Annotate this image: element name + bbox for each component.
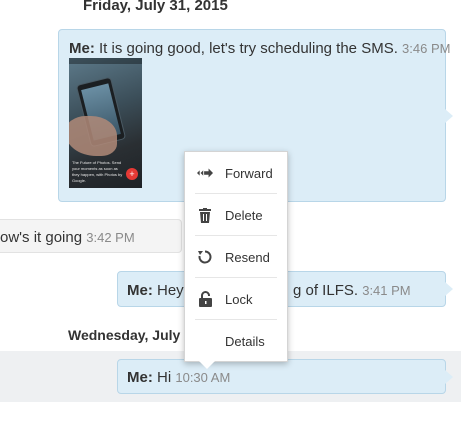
date-header: Wednesday, July <box>68 327 181 343</box>
message-timestamp: 3:46 PM <box>402 41 451 56</box>
message-body: It is going good, let's try scheduling t… <box>94 40 398 57</box>
menu-item-delete[interactable]: Delete <box>185 194 287 236</box>
message-context-menu: Forward Delete Resend Lock Details <box>184 151 288 369</box>
menu-item-label: Lock <box>225 291 253 307</box>
menu-item-resend[interactable]: Resend <box>185 236 287 278</box>
lock-icon <box>197 291 213 307</box>
message-text-tail: g of ILFS. 3:41 PM <box>293 282 411 299</box>
menu-item-details[interactable]: Details <box>185 320 287 362</box>
trash-icon <box>197 207 213 223</box>
menu-item-label: Delete <box>225 207 263 223</box>
message-body: Hey <box>152 282 184 299</box>
menu-item-label: Details <box>225 333 265 349</box>
message-text: Me: It is going good, let's try scheduli… <box>69 40 450 57</box>
menu-pointer <box>199 361 215 369</box>
photo-action-button: + <box>126 168 138 180</box>
resend-icon <box>197 249 213 265</box>
photo-caption: The Future of Photos. Send your moments … <box>72 160 123 183</box>
message-text: ow's it going 3:42 PM <box>0 229 135 246</box>
message-body-tail: g of ILFS. <box>293 282 359 299</box>
photo-attachment[interactable]: The Future of Photos. Send your moments … <box>69 58 142 188</box>
message-text: Me: Hi 10:30 AM <box>127 369 230 386</box>
date-header: Friday, July 31, 2015 <box>83 0 228 14</box>
forward-icon <box>197 165 213 181</box>
message-bubble-incoming[interactable]: ow's it going 3:42 PM <box>0 219 182 253</box>
message-text: Me: Hey <box>127 282 184 299</box>
message-timestamp: 10:30 AM <box>175 370 231 385</box>
message-bubble-outgoing-selected[interactable]: Me: Hi 10:30 AM <box>117 359 453 394</box>
menu-item-label: Resend <box>225 249 270 265</box>
menu-item-forward[interactable]: Forward <box>185 152 287 194</box>
hand-image <box>69 116 117 156</box>
sender-label: Me: <box>127 282 153 299</box>
sender-label: Me: <box>69 40 95 57</box>
message-body: ow's it going <box>0 229 83 246</box>
message-body: Hi <box>152 369 172 386</box>
status-bar <box>69 58 142 64</box>
message-timestamp: 3:41 PM <box>362 283 411 298</box>
sender-label: Me: <box>127 369 153 386</box>
message-timestamp: 3:42 PM <box>86 230 135 245</box>
menu-item-lock[interactable]: Lock <box>185 278 287 320</box>
menu-item-label: Forward <box>225 165 273 181</box>
